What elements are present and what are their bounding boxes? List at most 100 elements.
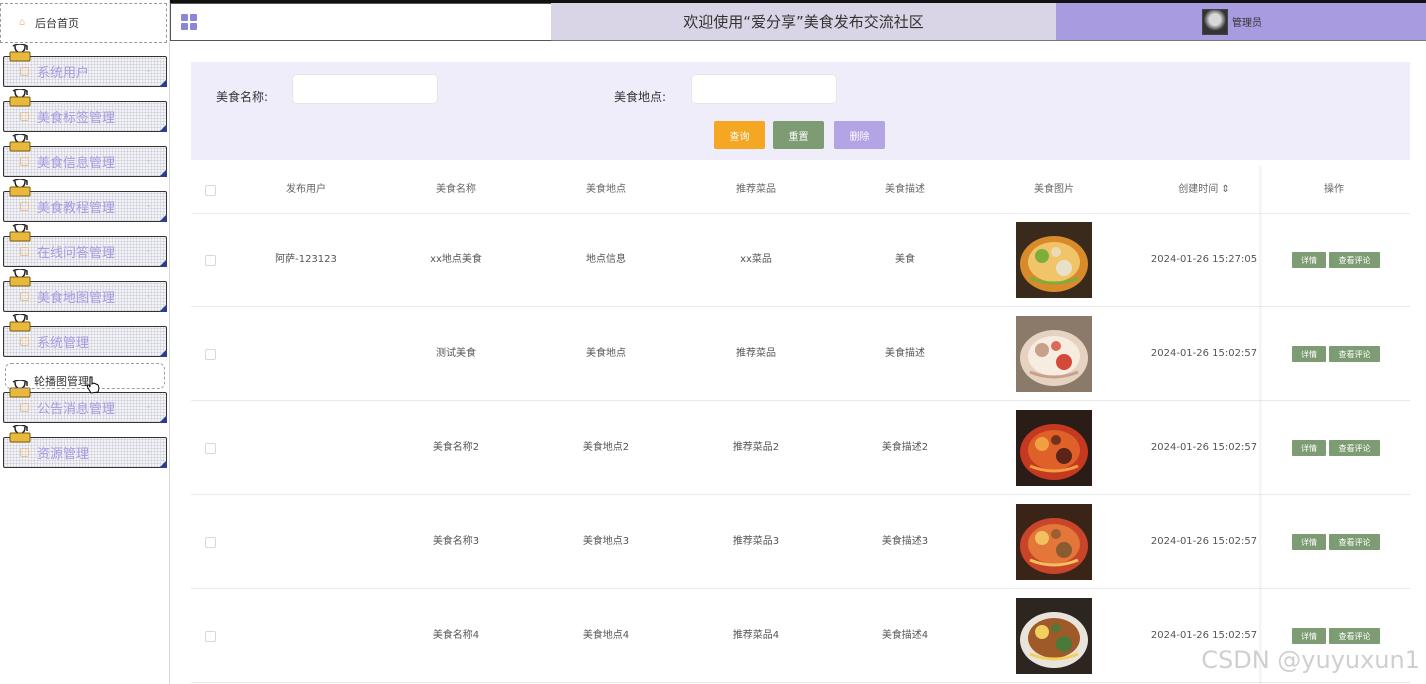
food-image[interactable]	[1016, 598, 1092, 674]
row-checkbox[interactable]	[205, 255, 216, 266]
menu-item-icon	[20, 202, 29, 211]
menu-item-corner	[159, 304, 167, 312]
binder-clip-icon	[9, 224, 31, 242]
column-header-sortable[interactable]: 创建时间 ⇕	[1129, 166, 1279, 213]
cell-location: 美食地点3	[582, 536, 630, 547]
sidebar-item-label: 后台首页	[35, 17, 79, 30]
menu-item-icon	[20, 337, 29, 346]
chevron-down-icon: ⌄	[145, 65, 152, 74]
chevron-down-icon: ⌄	[145, 155, 152, 164]
menu-item-icon	[20, 67, 29, 76]
sidebar-item-label: 美食教程管理	[37, 201, 116, 216]
menu-item-corner	[159, 124, 167, 132]
binder-clip-icon	[9, 44, 31, 62]
cell-user	[231, 401, 381, 494]
query-button[interactable]: 查询	[714, 121, 765, 149]
chevron-down-icon: ⌄	[145, 290, 152, 299]
food-location-input[interactable]	[691, 74, 837, 104]
detail-button[interactable]: 详情	[1292, 534, 1326, 550]
binder-clip-icon	[9, 134, 31, 152]
cell-location: 美食地点4	[582, 630, 630, 641]
menu-item-corner	[159, 415, 167, 423]
detail-button[interactable]: 详情	[1292, 440, 1326, 456]
detail-button[interactable]: 详情	[1292, 252, 1326, 268]
food-image[interactable]	[1016, 316, 1092, 392]
table-row: 美食名称3 美食地点3 推荐菜品3 美食描述3 2024-01-26 15:02:57 详…	[191, 495, 1410, 589]
view-comments-button[interactable]: 查看评论	[1329, 346, 1380, 362]
cell-user: 阿萨-123123	[275, 254, 337, 265]
detail-button[interactable]: 详情	[1292, 346, 1326, 362]
cell-name: 美食名称3	[432, 536, 480, 547]
cell-desc: 美食描述4	[881, 630, 929, 641]
cell-name: xx地点美食	[430, 254, 482, 265]
chevron-down-icon: ⌄	[145, 200, 152, 209]
column-header: 发布用户	[286, 184, 326, 195]
hand-cursor-icon	[86, 376, 100, 394]
cell-time: 2024-01-26 15:27:05	[1150, 254, 1258, 265]
food-name-label: 美食名称:	[216, 90, 269, 104]
reset-button[interactable]: 重置	[773, 121, 824, 149]
view-comments-button[interactable]: 查看评论	[1329, 534, 1380, 550]
binder-clip-icon	[9, 269, 31, 287]
sidebar: ⌂ 后台首页 系统用户 ⌄ 美食标签管理 ⌄ 美食信息管理 ⌄ 美食教程管理 ⌄ 在线问答管理 ⌄…	[0, 0, 170, 684]
sidebar-item-home[interactable]: ⌂ 后台首页	[0, 3, 167, 43]
cell-name: 测试美食	[436, 348, 476, 359]
menu-item-corner	[159, 169, 167, 177]
user-menu[interactable]: 管理员	[1056, 3, 1426, 41]
table-row: 测试美食 美食地点 推荐菜品 美食描述 2024-01-26 15:02:57 详情 查看评…	[191, 307, 1410, 401]
food-image[interactable]	[1016, 410, 1092, 486]
sidebar-item-label: 系统用户	[37, 66, 90, 81]
row-checkbox[interactable]	[205, 631, 216, 642]
menu-item-corner	[159, 259, 167, 267]
sidebar-item-label: 美食地图管理	[37, 291, 116, 306]
row-checkbox[interactable]	[205, 349, 216, 360]
user-name: 管理员	[1232, 18, 1262, 29]
menu-item-corner	[159, 460, 167, 468]
column-header: 操作	[1324, 184, 1344, 195]
select-all-checkbox[interactable]	[205, 185, 216, 196]
menu-item-icon	[20, 292, 29, 301]
menu-grid-icon[interactable]	[181, 14, 197, 30]
cell-user	[231, 589, 381, 682]
binder-clip-icon	[9, 314, 31, 332]
menu-item-corner	[159, 214, 167, 222]
column-header: 美食地点	[586, 184, 626, 195]
cell-dish: xx菜品	[740, 254, 772, 265]
row-checkbox[interactable]	[205, 537, 216, 548]
cell-user	[231, 307, 381, 400]
food-image[interactable]	[1016, 222, 1092, 298]
cell-desc: 美食描述3	[881, 536, 929, 547]
sidebar-item-label: 公告消息管理	[37, 402, 116, 417]
cell-name: 美食名称4	[432, 630, 480, 641]
cell-name: 美食名称2	[432, 442, 480, 453]
menu-item-icon	[20, 112, 29, 121]
sidebar-item-label: 美食信息管理	[37, 156, 116, 171]
column-header: 美食描述	[885, 184, 925, 195]
row-checkbox[interactable]	[205, 443, 216, 454]
cell-desc: 美食描述	[885, 348, 925, 359]
food-image[interactable]	[1016, 504, 1092, 580]
detail-button[interactable]: 详情	[1292, 628, 1326, 644]
view-comments-button[interactable]: 查看评论	[1329, 252, 1380, 268]
view-comments-button[interactable]: 查看评论	[1329, 440, 1380, 456]
binder-clip-icon	[9, 425, 31, 443]
column-header: 推荐菜品	[736, 184, 776, 195]
sidebar-subitem-carousel[interactable]: 轮播图管理	[5, 363, 165, 389]
menu-item-corner	[159, 79, 167, 87]
delete-button[interactable]: 删除	[834, 121, 885, 149]
cell-time: 2024-01-26 15:02:57	[1150, 442, 1258, 453]
view-comments-button[interactable]: 查看评论	[1329, 628, 1380, 644]
sidebar-subitem-label: 轮播图管理	[34, 375, 89, 388]
sidebar-item-label: 美食标签管理	[37, 111, 116, 126]
column-header: 美食名称	[436, 184, 476, 195]
cell-time: 2024-01-26 15:02:57	[1150, 348, 1258, 359]
cell-dish: 推荐菜品3	[732, 536, 780, 547]
sidebar-item-label: 系统管理	[37, 336, 90, 351]
table-row: 美食名称2 美食地点2 推荐菜品2 美食描述2 2024-01-26 15:02:57 详…	[191, 401, 1410, 495]
menu-item-icon	[20, 157, 29, 166]
cell-user	[231, 495, 381, 588]
sidebar-item-label: 在线问答管理	[37, 246, 116, 261]
food-name-input[interactable]	[292, 74, 438, 104]
cell-location: 美食地点2	[582, 442, 630, 453]
header-left	[170, 3, 551, 41]
